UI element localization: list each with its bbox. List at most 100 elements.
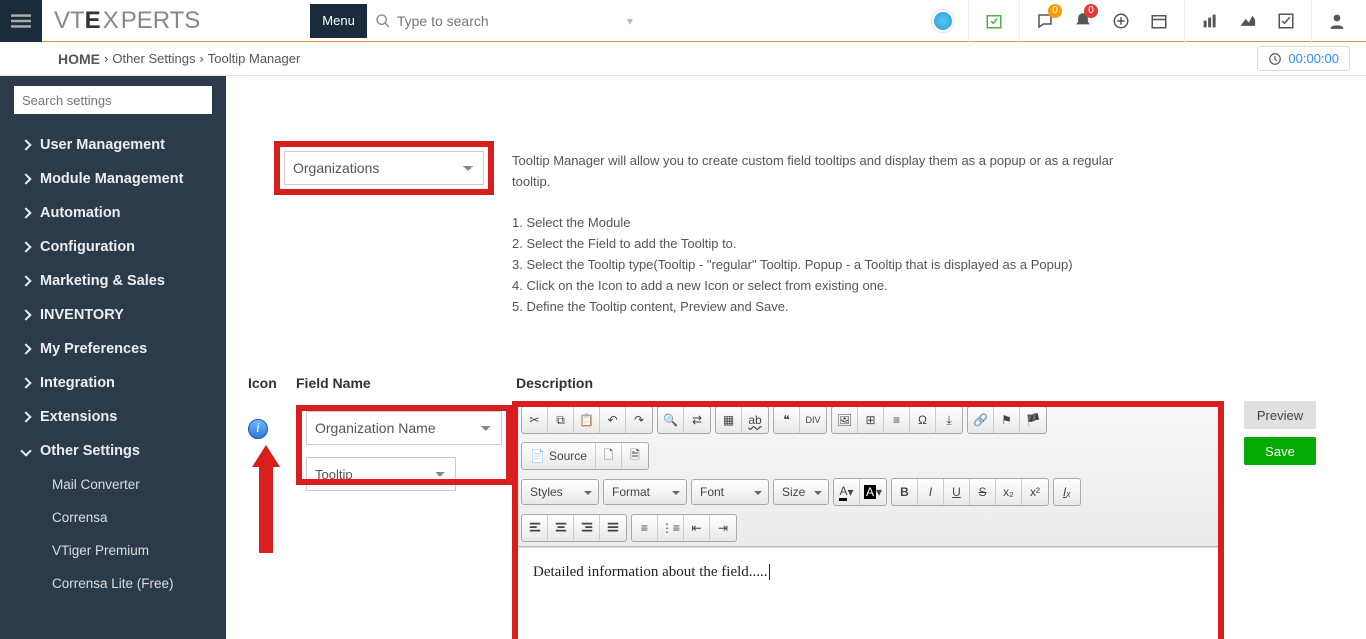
sidebar-item-other-settings[interactable]: Other Settings	[0, 434, 226, 468]
indent-icon[interactable]: ⇥	[710, 515, 736, 541]
sidebar-item-configuration[interactable]: Configuration	[0, 230, 226, 264]
bold-icon[interactable]: B	[892, 479, 918, 505]
bar-chart-icon[interactable]	[1191, 0, 1229, 42]
align-center-icon[interactable]	[548, 515, 574, 541]
menu-button[interactable]: Menu	[310, 4, 367, 38]
sidebar-item-label: My Preferences	[40, 341, 147, 357]
sidebar-item-label: Corrensa	[52, 510, 108, 525]
header-icons: 0 0	[924, 0, 1366, 42]
separator	[968, 0, 969, 42]
chat-icon[interactable]: 0	[1026, 0, 1064, 42]
calendar-check-icon[interactable]	[975, 0, 1013, 42]
paste-icon[interactable]: 📋	[574, 407, 600, 433]
area-chart-icon[interactable]	[1229, 0, 1267, 42]
replace-icon[interactable]: ⇄	[684, 407, 710, 433]
italic-icon[interactable]: I	[918, 479, 944, 505]
search-dropdown-caret-icon[interactable]: ▾	[627, 14, 633, 28]
user-icon[interactable]	[1318, 0, 1356, 42]
annotation-arrow-icon	[252, 445, 280, 553]
preview-icon[interactable]: 🗎	[622, 443, 648, 469]
save-button[interactable]: Save	[1244, 437, 1316, 465]
sidebar-sub-vtiger-premium[interactable]: VTiger Premium	[0, 534, 226, 567]
align-left-icon[interactable]	[522, 515, 548, 541]
sidebar-item-automation[interactable]: Automation	[0, 196, 226, 230]
clock-icon	[1268, 52, 1282, 66]
omega-icon[interactable]: Ω	[910, 407, 936, 433]
align-right-icon[interactable]	[574, 515, 600, 541]
chevron-down-icon	[20, 445, 31, 456]
sidebar-item-extensions[interactable]: Extensions	[0, 400, 226, 434]
underline-icon[interactable]: U	[944, 479, 970, 505]
link-icon[interactable]: 🔗	[968, 407, 994, 433]
sidebar-sub-corrensa[interactable]: Corrensa	[0, 501, 226, 534]
sidebar-item-label: Mail Converter	[52, 477, 140, 492]
bell-icon[interactable]: 0	[1064, 0, 1102, 42]
preview-button[interactable]: Preview	[1244, 401, 1316, 429]
table-icon[interactable]: ⊞	[858, 407, 884, 433]
flag-icon[interactable]: 🏴	[1020, 407, 1046, 433]
info-icon[interactable]: i	[248, 419, 268, 439]
subscript-icon[interactable]: x₂	[996, 479, 1022, 505]
rich-text-editor: ✂ ⧉ 📋 ↶ ↷ 🔍 ⇄ ▦ ab	[516, 401, 1220, 639]
breadcrumb-home[interactable]: HOME	[58, 51, 100, 67]
copy-icon[interactable]: ⧉	[548, 407, 574, 433]
add-icon[interactable]	[1102, 0, 1140, 42]
font-dropdown[interactable]: Font	[691, 479, 769, 505]
bullet-list-icon[interactable]: ⋮≡	[658, 515, 684, 541]
module-select[interactable]: Organizations	[284, 151, 484, 185]
instructions-text: Tooltip Manager will allow you to create…	[512, 151, 1152, 317]
align-justify-icon[interactable]	[600, 515, 626, 541]
pagebreak-icon[interactable]: ⤓	[936, 407, 962, 433]
sidebar-item-label: Module Management	[40, 171, 183, 187]
redo-icon[interactable]: ↷	[626, 407, 652, 433]
remove-format-icon[interactable]: Iₓ	[1054, 479, 1080, 505]
sidebar-item-module-management[interactable]: Module Management	[0, 162, 226, 196]
sidebar-sub-mail-converter[interactable]: Mail Converter	[0, 468, 226, 501]
styles-dropdown[interactable]: Styles	[521, 479, 599, 505]
tooltip-type-select[interactable]: Tooltip	[306, 457, 456, 491]
calendar-icon[interactable]	[1140, 0, 1178, 42]
bg-color-icon[interactable]: A▾	[860, 479, 886, 505]
size-dropdown[interactable]: Size	[773, 479, 829, 505]
hamburger-menu-icon[interactable]	[0, 0, 42, 42]
app-switch-icon[interactable]	[924, 0, 962, 42]
hr-icon[interactable]: ≡	[884, 407, 910, 433]
sidebar-item-my-preferences[interactable]: My Preferences	[0, 332, 226, 366]
timer-widget[interactable]: 00:00:00	[1257, 46, 1350, 71]
anchor-icon[interactable]: ⚑	[994, 407, 1020, 433]
numbered-list-icon[interactable]: ≡	[632, 515, 658, 541]
sidebar-search-input[interactable]	[14, 86, 212, 114]
image-icon[interactable]: 🖼	[832, 407, 858, 433]
div-icon[interactable]: DIV	[800, 407, 826, 433]
format-dropdown[interactable]: Format	[603, 479, 687, 505]
spellcheck-icon[interactable]: ab	[742, 407, 768, 433]
sidebar-item-integration[interactable]: Integration	[0, 366, 226, 400]
source-button[interactable]: 📄 Source	[522, 443, 596, 469]
sidebar-item-user-management[interactable]: User Management	[0, 128, 226, 162]
undo-icon[interactable]: ↶	[600, 407, 626, 433]
global-search-input[interactable]	[397, 13, 627, 29]
checkbox-icon[interactable]	[1267, 0, 1305, 42]
blockquote-icon[interactable]: ❝	[774, 407, 800, 433]
sidebar-item-marketing-sales[interactable]: Marketing & Sales	[0, 264, 226, 298]
chevron-right-icon	[20, 241, 31, 252]
breadcrumb-item[interactable]: Other Settings	[112, 51, 195, 66]
chat-badge: 0	[1048, 4, 1062, 18]
field-name-select[interactable]: Organization Name	[306, 411, 502, 445]
text-color-icon[interactable]: A▾	[834, 479, 860, 505]
cut-icon[interactable]: ✂	[522, 407, 548, 433]
outdent-icon[interactable]: ⇤	[684, 515, 710, 541]
brand-logo: VTEXPERTS	[42, 7, 200, 35]
strike-icon[interactable]: S	[970, 479, 996, 505]
sidebar-item-inventory[interactable]: INVENTORY	[0, 298, 226, 332]
sidebar-item-label: INVENTORY	[40, 307, 124, 323]
editor-content[interactable]: Detailed information about the field....…	[517, 547, 1219, 639]
superscript-icon[interactable]: x²	[1022, 479, 1048, 505]
newpage-icon[interactable]: 🗋	[596, 443, 622, 469]
select-all-icon[interactable]: ▦	[716, 407, 742, 433]
chevron-right-icon	[20, 343, 31, 354]
global-search-wrap: ▾	[375, 13, 655, 29]
sidebar-sub-corrensa-lite[interactable]: Corrensa Lite (Free)	[0, 567, 226, 600]
sidebar-item-label: User Management	[40, 137, 165, 153]
find-icon[interactable]: 🔍	[658, 407, 684, 433]
